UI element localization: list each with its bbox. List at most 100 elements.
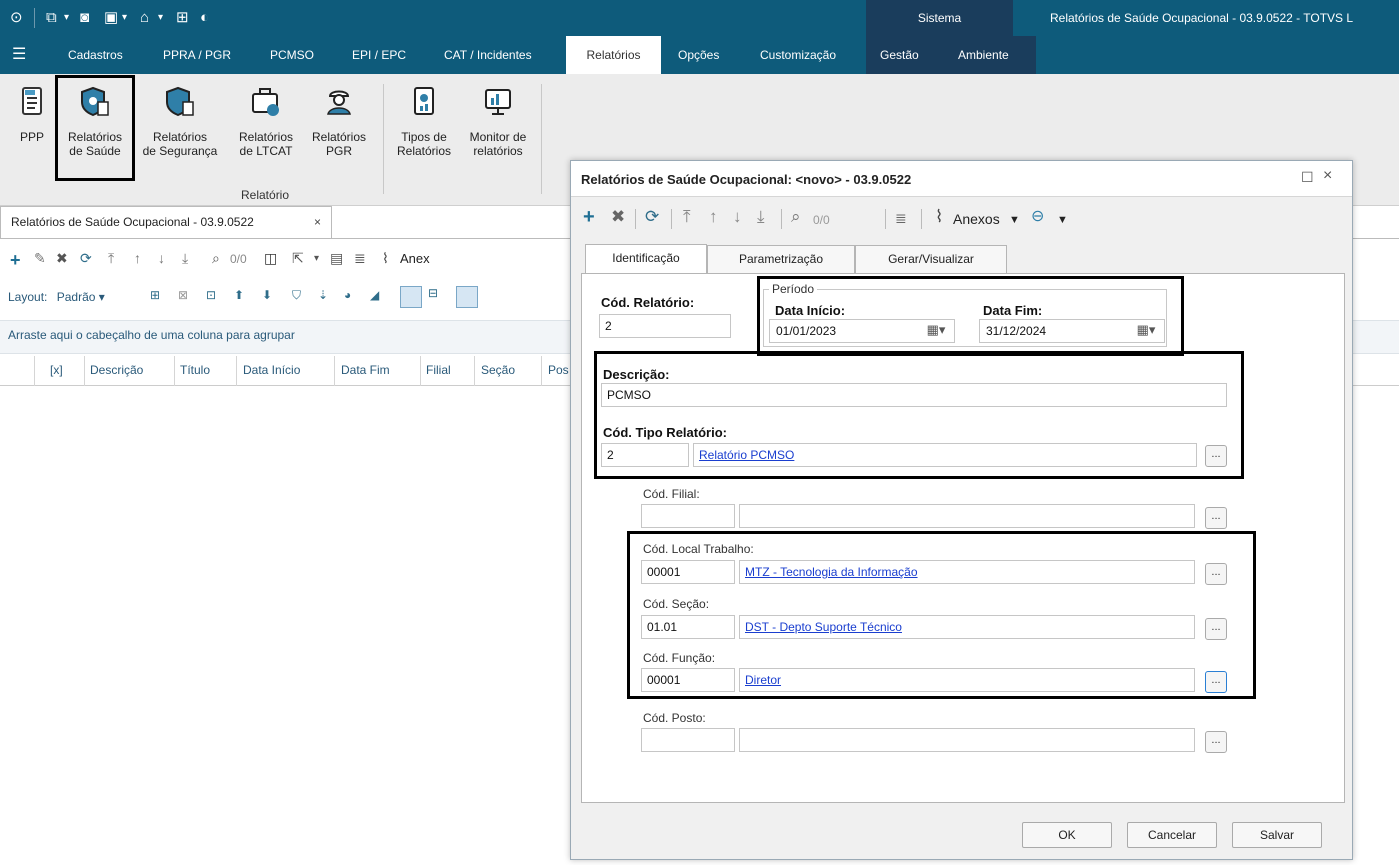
- monitor-relatorios-line1: Monitor de: [469, 130, 527, 144]
- maximize-icon[interactable]: ☐: [1301, 169, 1314, 186]
- previous-icon[interactable]: ↑: [134, 250, 141, 266]
- menu-list-icon[interactable]: ☰: [12, 36, 26, 74]
- edit-icon[interactable]: ✎: [34, 250, 46, 267]
- menu-customizacao[interactable]: Customização: [760, 36, 836, 74]
- chevron-down-icon[interactable]: ▼: [1009, 210, 1020, 230]
- paperclip-icon[interactable]: ⌇: [382, 250, 389, 267]
- document-tab[interactable]: Relatórios de Saúde Ocupacional - 03.9.0…: [0, 206, 332, 238]
- column-header-secao[interactable]: Seção: [481, 363, 515, 377]
- refresh-icon[interactable]: ⟳: [645, 207, 659, 227]
- last-icon[interactable]: ⤓: [182, 250, 188, 267]
- column-header-selection[interactable]: [x]: [50, 363, 63, 377]
- last-icon[interactable]: ⤓: [757, 207, 765, 227]
- sort-icon[interactable]: ⇣: [318, 288, 328, 302]
- relatorios-seguranca-button[interactable]: Relatórios de Segurança: [134, 82, 226, 158]
- tab-gerar-visualizar[interactable]: Gerar/Visualizar: [855, 245, 1007, 273]
- help-icon[interactable]: ◐: [200, 9, 209, 27]
- add-icon[interactable]: +: [10, 250, 21, 271]
- worker-icon: [327, 90, 351, 115]
- columns-icon[interactable]: ◫: [264, 250, 277, 267]
- chevron-down-icon[interactable]: ▾: [314, 253, 319, 264]
- menu-cat-incidentes[interactable]: CAT / Incidentes: [444, 36, 532, 74]
- menu-gestao[interactable]: Gestão: [880, 36, 919, 74]
- cancel-button[interactable]: Cancelar: [1127, 822, 1217, 848]
- relatorios-ltcat-button[interactable]: Relatórios de LTCAT: [230, 82, 302, 158]
- column-header-filial[interactable]: Filial: [426, 363, 451, 377]
- relatorios-pgr-line1: Relatórios: [311, 130, 367, 144]
- menu-ppra-pgr[interactable]: PPRA / PGR: [163, 36, 231, 74]
- cod-relatorio-input[interactable]: 2: [599, 314, 731, 338]
- tipos-relatorios-line1: Tipos de: [401, 130, 447, 144]
- chevron-down-icon[interactable]: ▾: [122, 9, 127, 27]
- view-mode-1-icon[interactable]: [400, 286, 422, 308]
- network-icon[interactable]: ⧉: [46, 9, 57, 27]
- dialog-title-bar[interactable]: Relatórios de Saúde Ocupacional: <novo> …: [571, 161, 1352, 197]
- first-icon[interactable]: ⤒: [108, 250, 114, 267]
- print-icon[interactable]: ▤: [330, 250, 343, 267]
- close-icon[interactable]: ×: [1323, 167, 1332, 185]
- list-icon[interactable]: ≣: [895, 208, 907, 228]
- add-icon[interactable]: +: [583, 207, 595, 227]
- anexos-partial-label[interactable]: Anex: [400, 251, 430, 266]
- search-icon[interactable]: ⌕: [212, 250, 220, 267]
- list-icon[interactable]: ≣: [354, 250, 366, 267]
- menu-ambiente[interactable]: Ambiente: [958, 36, 1009, 74]
- chevron-down-icon[interactable]: ▼: [1057, 210, 1068, 230]
- expand-icon[interactable]: ⊡: [206, 288, 216, 302]
- cod-posto-input[interactable]: [641, 728, 735, 752]
- menu-cadastros[interactable]: Cadastros: [68, 36, 123, 74]
- menu-pcmso[interactable]: PCMSO: [270, 36, 314, 74]
- save-button[interactable]: Salvar: [1232, 822, 1322, 848]
- home-icon[interactable]: ⌂: [140, 9, 149, 27]
- relatorios-seguranca-line1: Relatórios: [152, 130, 208, 144]
- next-icon[interactable]: ↓: [158, 250, 165, 266]
- tipos-relatorios-button[interactable]: Tipos de Relatórios: [390, 82, 458, 158]
- chart-icon[interactable]: ◕: [344, 288, 351, 302]
- paperclip-icon[interactable]: ⌇: [935, 207, 943, 227]
- lookup-posto-button[interactable]: ...: [1205, 731, 1227, 753]
- relatorios-pgr-button[interactable]: Relatórios PGR: [304, 82, 374, 158]
- export-icon[interactable]: ⇱: [292, 250, 304, 267]
- delete-icon[interactable]: ✖: [611, 207, 625, 227]
- monitor-relatorios-button[interactable]: Monitor de relatórios: [460, 82, 536, 158]
- anexos-button[interactable]: Anexos: [953, 209, 1000, 229]
- column-header-posto[interactable]: Pos: [548, 363, 569, 377]
- ppp-button[interactable]: PPP: [10, 82, 54, 144]
- sistema-label[interactable]: Sistema: [866, 0, 1013, 36]
- chevron-down-icon[interactable]: ▾: [64, 9, 69, 27]
- delete-icon[interactable]: ✖: [56, 250, 68, 267]
- column-header-titulo[interactable]: Título: [180, 363, 210, 377]
- cod-filial-input[interactable]: [641, 504, 735, 528]
- filter-icon[interactable]: ⛉: [292, 288, 301, 303]
- previous-icon[interactable]: ↑: [709, 207, 718, 227]
- menu-epi-epc[interactable]: EPI / EPC: [352, 36, 406, 74]
- chevron-down-icon[interactable]: ▾: [158, 9, 163, 27]
- view-mode-3-icon[interactable]: [456, 286, 478, 308]
- search-icon[interactable]: ⌕: [791, 207, 801, 227]
- add-group-icon[interactable]: ⊞: [150, 288, 160, 302]
- close-icon[interactable]: ×: [314, 207, 321, 237]
- window-icon[interactable]: ▣: [104, 9, 118, 27]
- refresh-icon[interactable]: ⟳: [80, 250, 92, 267]
- view-mode-2-icon[interactable]: ⊟: [428, 286, 450, 308]
- column-header-data-inicio[interactable]: Data Início: [243, 363, 300, 377]
- move-down-icon[interactable]: ⬇: [262, 288, 272, 302]
- app-title: Relatórios de Saúde Ocupacional - 03.9.0…: [1050, 11, 1354, 25]
- remove-group-icon[interactable]: ⊠: [178, 288, 188, 302]
- more-options-icon[interactable]: ⊖: [1031, 207, 1044, 227]
- view-icon[interactable]: ◙: [80, 9, 89, 27]
- menu-relatorios[interactable]: Relatórios: [566, 36, 661, 74]
- move-up-icon[interactable]: ⬆: [234, 288, 244, 302]
- totvs-logo-icon: ⊙: [10, 9, 23, 26]
- ok-button[interactable]: OK: [1022, 822, 1112, 848]
- grid-icon[interactable]: ⊞: [176, 9, 189, 27]
- next-icon[interactable]: ↓: [733, 207, 742, 227]
- tab-identificacao[interactable]: Identificação: [585, 244, 707, 274]
- column-header-data-fim[interactable]: Data Fim: [341, 363, 390, 377]
- menu-opcoes[interactable]: Opções: [678, 36, 719, 74]
- lookup-filial-button[interactable]: ...: [1205, 507, 1227, 529]
- area-chart-icon[interactable]: ◢: [370, 288, 379, 302]
- tab-parametrizacao[interactable]: Parametrização: [707, 245, 855, 273]
- first-icon[interactable]: ⤒: [683, 207, 691, 227]
- column-header-descricao[interactable]: Descrição: [90, 363, 143, 377]
